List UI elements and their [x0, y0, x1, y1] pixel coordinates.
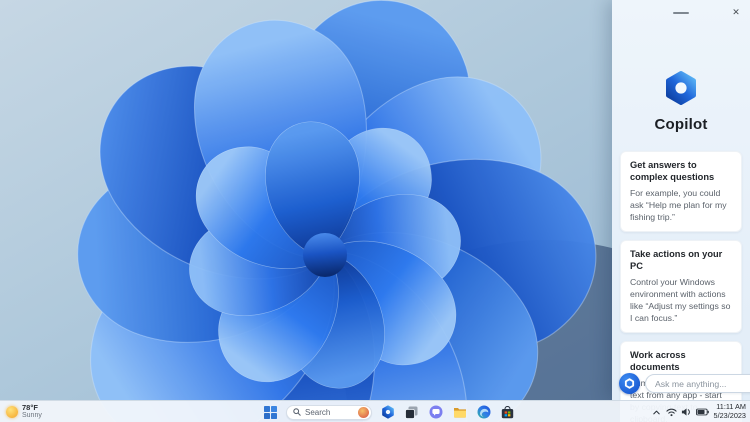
task-view-button[interactable] [403, 404, 420, 421]
weather-text: 78°F Sunny [22, 402, 42, 421]
copilot-title: Copilot [654, 116, 708, 133]
copilot-panel-header: ✕ [612, 0, 750, 22]
card-title: Work across documents [630, 350, 686, 373]
copilot-badge-icon [619, 373, 640, 394]
card-title: Get answers to complex questions [630, 160, 715, 183]
bing-daily-thumb [358, 406, 369, 418]
volume-icon [681, 408, 690, 416]
wifi-icon [665, 408, 677, 417]
taskbar: 78°F Sunny Search 11:11 AM 5/23/2023 [0, 400, 750, 422]
copilot-mini-hex-icon [624, 378, 635, 389]
card-body: Control your Windows environment with ac… [630, 277, 731, 324]
store-icon [501, 405, 514, 418]
copilot-logo [666, 71, 696, 105]
weather-temperature: 78°F [22, 402, 38, 412]
task-view-icon [405, 406, 418, 419]
copilot-logo-wrap [612, 70, 750, 106]
close-icon[interactable]: ✕ [729, 5, 743, 19]
start-button[interactable] [262, 404, 279, 421]
taskbar-copilot-button[interactable] [379, 404, 396, 421]
copilot-taskbar-icon [381, 405, 394, 419]
file-explorer-icon [453, 408, 466, 418]
clock-date: 5/23/2023 [713, 411, 746, 420]
system-tray: 11:11 AM 5/23/2023 [652, 401, 746, 422]
card-complex-questions[interactable]: Get answers to complex questions For exa… [620, 151, 742, 233]
start-icon [264, 405, 277, 419]
taskbar-search[interactable]: Search [286, 404, 372, 420]
search-label: Search [305, 407, 331, 417]
card-take-actions[interactable]: Take actions on your PC Control your Win… [620, 240, 742, 334]
card-title: Take actions on your PC [630, 249, 723, 272]
panel-drag-handle[interactable] [673, 12, 689, 14]
file-explorer-button[interactable] [451, 404, 468, 421]
sun-icon [6, 406, 18, 418]
copilot-panel: ✕ Copilot Get answers to complex questio… [612, 0, 750, 422]
chevron-up-icon [652, 410, 660, 414]
chat-button[interactable] [427, 404, 444, 421]
search-icon [293, 408, 301, 416]
weather-condition: Sunny [22, 412, 42, 420]
store-button[interactable] [499, 404, 516, 421]
tray-overflow-button[interactable] [652, 408, 661, 417]
taskbar-center: Search [262, 401, 516, 422]
tray-status-icons[interactable] [665, 407, 709, 417]
card-body: For example, you could ask “Help me plan… [630, 188, 727, 223]
edge-button[interactable] [475, 404, 492, 421]
copilot-chat-input[interactable] [645, 374, 750, 393]
weather-widget[interactable]: 78°F Sunny [6, 401, 42, 422]
edge-icon [477, 405, 490, 419]
tray-clock[interactable]: 11:11 AM 5/23/2023 [713, 402, 746, 421]
copilot-input-row [619, 373, 750, 394]
chat-icon [429, 405, 442, 419]
battery-icon [695, 408, 709, 416]
desktop-screen: ✕ Copilot Get answers to complex questio… [0, 0, 750, 422]
